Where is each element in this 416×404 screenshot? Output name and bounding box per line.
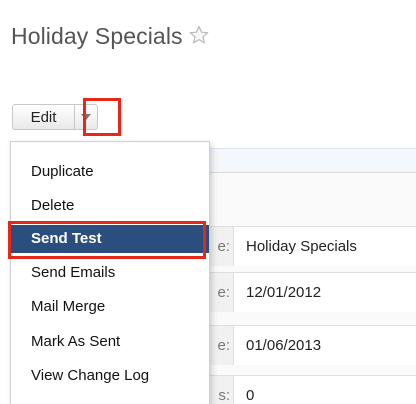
menu-item-delete[interactable]: Delete bbox=[11, 192, 209, 220]
field-value-end-date: 01/06/2013 bbox=[246, 337, 322, 354]
caret-down-icon bbox=[81, 114, 91, 120]
menu-item-mark-as-sent[interactable]: Mark As Sent bbox=[11, 328, 209, 356]
menu-item-send-test[interactable]: Send Test bbox=[11, 225, 209, 253]
page-title: Holiday Specials bbox=[11, 22, 183, 49]
menu-item-mail-merge[interactable]: Mail Merge bbox=[11, 293, 209, 321]
field-value-count: 0 bbox=[246, 387, 255, 404]
title-row: Holiday Specials bbox=[11, 21, 209, 51]
field-label: e: bbox=[217, 238, 230, 255]
edit-split-button: Edit bbox=[12, 104, 98, 130]
field-value-start-date: 12/01/2012 bbox=[246, 284, 322, 301]
actions-dropdown-button[interactable] bbox=[75, 105, 97, 129]
field-label: s: bbox=[218, 387, 230, 404]
menu-item-duplicate[interactable]: Duplicate bbox=[11, 158, 209, 186]
field-label: e: bbox=[217, 337, 230, 354]
actions-dropdown-menu: Duplicate Delete Send Test Send Emails M… bbox=[10, 141, 210, 404]
field-value-name: Holiday Specials bbox=[246, 238, 357, 255]
star-icon[interactable] bbox=[189, 25, 209, 45]
menu-item-send-emails[interactable]: Send Emails bbox=[11, 259, 209, 287]
menu-item-view-change-log[interactable]: View Change Log bbox=[11, 362, 209, 390]
edit-button[interactable]: Edit bbox=[13, 105, 75, 129]
field-label: e: bbox=[217, 284, 230, 301]
